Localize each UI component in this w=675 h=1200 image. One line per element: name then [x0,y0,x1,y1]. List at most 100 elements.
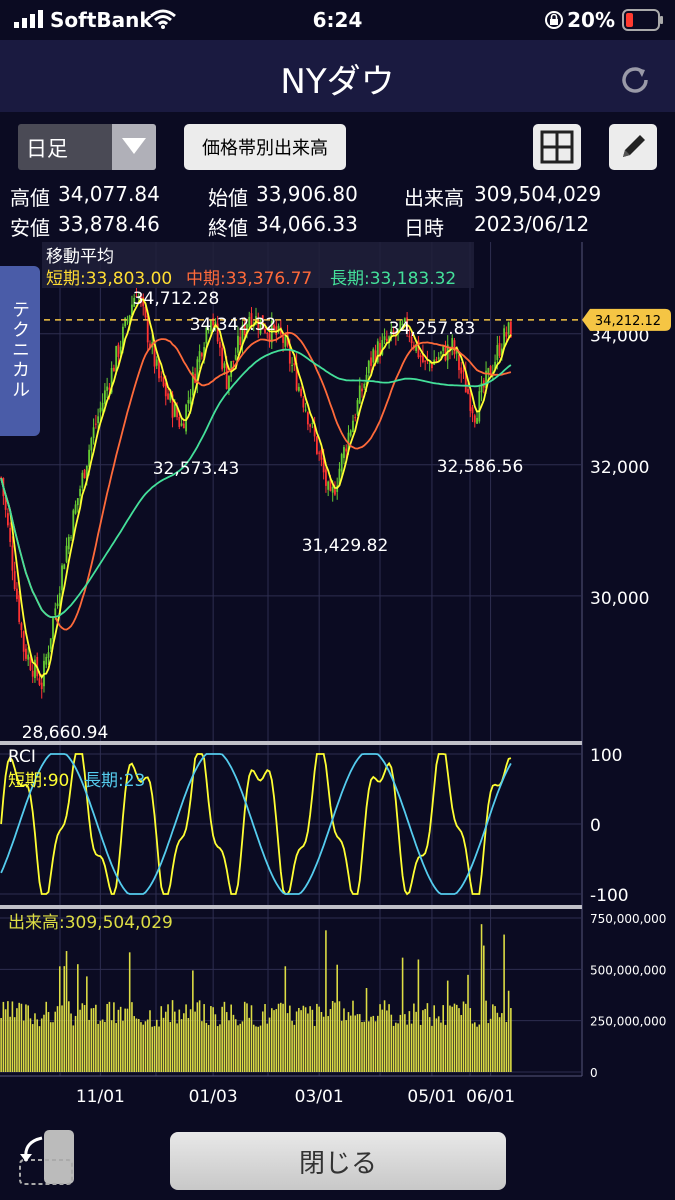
candle-body [435,359,438,361]
volume-bar [259,1025,262,1072]
volume-bar [395,1022,397,1072]
nav-bar: NYダウ [0,40,675,112]
candle-body [453,340,456,355]
volume-bar [507,990,510,1072]
candle-body [223,363,226,368]
candle-body [90,437,93,451]
volume-bar [241,1021,244,1072]
volume-bar [56,1006,59,1072]
candle-body [22,631,25,652]
status-bar: SoftBank 6:24 20% [0,0,675,40]
volume-bar [483,945,485,1072]
candle-body [81,472,84,488]
price-annotation: 34,342.32 [190,315,277,335]
volume-bar [45,1001,48,1072]
pencil-icon [623,135,645,157]
volume-bar [25,1004,27,1072]
volume-at-price-button[interactable]: 価格帯別出来高 [184,124,346,170]
volume-bar [467,974,469,1072]
volume-bar [214,1014,217,1072]
rotate-screen-icon[interactable] [14,1128,78,1188]
volume-bar [108,1001,111,1072]
volume-bar [449,1005,451,1072]
volume-bar [104,1021,106,1072]
volume-bar [505,1022,508,1072]
volume-bar [349,1015,352,1072]
volume-axis-tick-label: 0 [590,1066,598,1080]
volume-bar [462,1001,465,1072]
volume-bar [131,1002,133,1072]
volume-bar [36,1019,39,1072]
volume-bar [446,980,449,1072]
refresh-icon[interactable] [615,60,655,100]
volume-bar [266,1023,269,1072]
open-label: 始値 [208,186,248,210]
period-select-value: 日足 [26,137,68,161]
volume-bar [169,1021,172,1072]
volume-bar [219,1024,221,1072]
close-button[interactable]: 閉じる [170,1132,506,1190]
candle-body [385,338,388,342]
battery-icon [622,9,663,31]
volume-bar [99,1020,102,1072]
candle-body [458,354,460,371]
volume-bar [144,1021,147,1072]
volume-bar [422,1010,424,1072]
volume-bar [52,1022,54,1072]
candle-body [367,360,370,374]
volume-bar [406,1024,408,1072]
technical-tab[interactable]: テクニカル [0,266,40,436]
candle-body [293,363,296,366]
volume-bar [273,1010,275,1072]
volume-bar [176,1023,178,1072]
volume-bar [455,1004,458,1072]
rci-axis-tick-label: -100 [590,886,629,906]
candle-body [27,654,30,660]
volume-bar [361,1022,363,1072]
candle-body [498,343,501,356]
volume-bar [243,1001,246,1072]
candle-body [162,377,165,387]
candle-body [198,351,201,363]
volume-bar [216,1026,219,1072]
volume-bar [225,1012,228,1072]
volume-bar [124,1008,126,1072]
volume-bar [210,1006,212,1072]
candle-body [160,376,163,378]
volume-bar [496,1012,499,1072]
rci-axis-tick-label: 0 [590,816,601,836]
volume-bar [187,1018,190,1072]
volume-bar [431,1025,433,1072]
stock-chart[interactable]: 30,00032,00034,00034,212.1234,712.2834,3… [0,242,675,1120]
volume-bar [293,1024,296,1072]
candle-body [117,344,120,357]
candle-body [306,412,309,425]
candle-body [358,385,361,404]
volume-bar [34,1013,36,1072]
layout-button[interactable] [533,124,581,170]
volume-bar [510,1008,512,1072]
candle-body [167,393,169,400]
low-value: 33,878.46 [58,212,160,236]
volume-bar [435,1018,438,1072]
dropdown-toggle[interactable] [112,124,156,170]
period-select[interactable]: 日足 [18,124,156,170]
volume-bar [311,1009,314,1072]
volume-bar [27,1005,29,1072]
volume-bar [171,1000,174,1072]
volume-bar [20,1003,23,1072]
candle-body [315,436,318,454]
volume-bar [49,1022,52,1072]
volume-bar [140,1022,142,1072]
last-price-label: 34,212.12 [595,314,661,329]
candle-body [237,335,239,353]
candle-body [49,638,52,649]
volume-bar [379,1004,381,1072]
draw-button[interactable] [609,124,657,170]
candle-body [291,365,293,367]
volume-bar [29,1018,32,1072]
volume-bar [392,1025,395,1072]
battery-percent: 20% [567,8,615,32]
candle-body [451,338,454,348]
volume-bar [492,1004,494,1072]
